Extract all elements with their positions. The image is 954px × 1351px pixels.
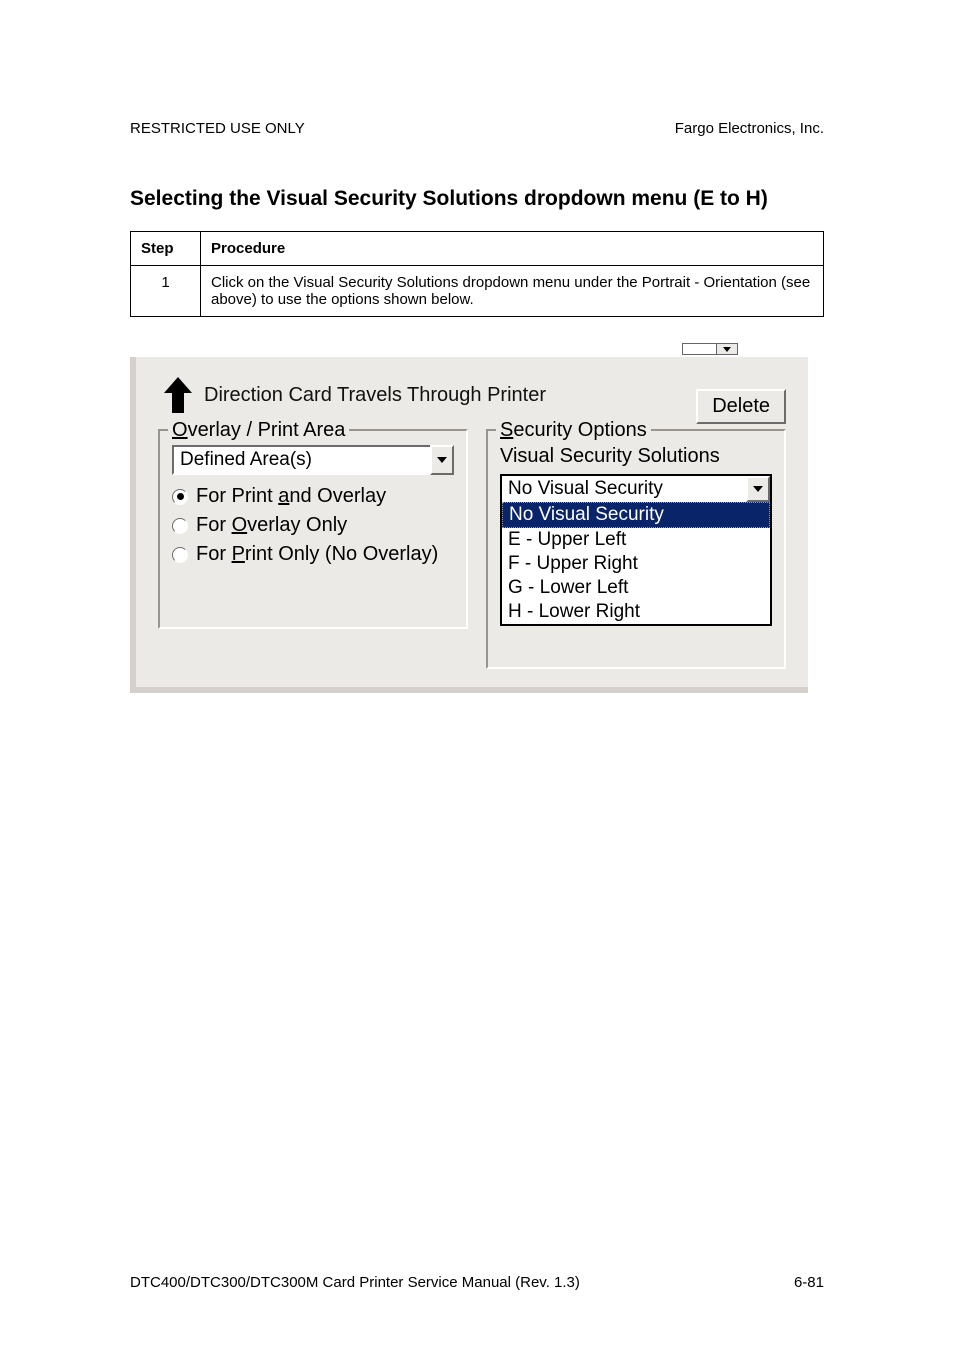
chevron-down-icon[interactable]: [746, 476, 770, 502]
radio-icon: [172, 547, 188, 563]
overlay-area-combo-value: Defined Area(s): [172, 445, 430, 475]
security-group-legend: Security Options: [496, 419, 651, 442]
radio-label: For Print and Overlay: [196, 485, 386, 508]
header-left: RESTRICTED USE ONLY: [130, 120, 305, 137]
radio-label: For Print Only (No Overlay): [196, 543, 438, 566]
radio-overlay-only[interactable]: For Overlay Only: [172, 514, 454, 537]
step-number: 1: [131, 266, 201, 317]
table-header-procedure: Procedure: [201, 232, 824, 266]
page-footer: DTC400/DTC300/DTC300M Card Printer Servi…: [130, 1274, 824, 1291]
dropdown-list: No Visual Security E - Upper Left F - Up…: [502, 502, 770, 624]
step-description: Click on the Visual Security Solutions d…: [201, 266, 824, 317]
overlay-group-legend: Overlay / Print Area: [168, 419, 349, 442]
dropdown-item-f-upper-right[interactable]: F - Upper Right: [502, 552, 770, 576]
dropdown-current-value: No Visual Security: [502, 476, 746, 502]
dropdown-item-g-lower-left[interactable]: G - Lower Left: [502, 576, 770, 600]
footer-left: DTC400/DTC300/DTC300M Card Printer Servi…: [130, 1274, 580, 1291]
dialog-screenshot-frame: Direction Card Travels Through Printer D…: [130, 357, 808, 693]
overlay-print-area-group: Overlay / Print Area Defined Area(s) For…: [158, 429, 468, 629]
delete-button[interactable]: Delete: [696, 389, 786, 424]
table-header-step: Step: [131, 232, 201, 266]
table-row: 1 Click on the Visual Security Solutions…: [131, 266, 824, 317]
dropdown-item-e-upper-left[interactable]: E - Upper Left: [502, 528, 770, 552]
dropdown-item-no-visual-security[interactable]: No Visual Security: [502, 502, 770, 528]
radio-print-only[interactable]: For Print Only (No Overlay): [172, 543, 454, 566]
radio-icon: [172, 489, 188, 505]
dialog-panel: Direction Card Travels Through Printer D…: [136, 357, 808, 687]
radio-print-and-overlay[interactable]: For Print and Overlay: [172, 485, 454, 508]
radio-icon: [172, 518, 188, 534]
page-header: RESTRICTED USE ONLY Fargo Electronics, I…: [130, 120, 824, 137]
header-right: Fargo Electronics, Inc.: [675, 120, 824, 137]
visual-security-dropdown[interactable]: No Visual Security No Visual Security E …: [500, 474, 772, 626]
direction-row: Direction Card Travels Through Printer: [158, 375, 786, 415]
dropdown-item-h-lower-right[interactable]: H - Lower Right: [502, 600, 770, 624]
direction-label: Direction Card Travels Through Printer: [204, 384, 546, 407]
overlay-area-combo[interactable]: Defined Area(s): [172, 445, 454, 475]
cropped-dropdown-fragment: [682, 343, 738, 355]
chevron-down-icon[interactable]: [430, 445, 454, 475]
security-options-group: Security Options Visual Security Solutio…: [486, 429, 786, 669]
vss-label: Visual Security Solutions: [500, 445, 772, 468]
radio-label: For Overlay Only: [196, 514, 347, 537]
footer-right: 6-81: [794, 1274, 824, 1291]
up-arrow-icon: [158, 375, 198, 415]
procedure-table: Step Procedure 1 Click on the Visual Sec…: [130, 231, 824, 317]
section-title: Selecting the Visual Security Solutions …: [130, 187, 824, 211]
